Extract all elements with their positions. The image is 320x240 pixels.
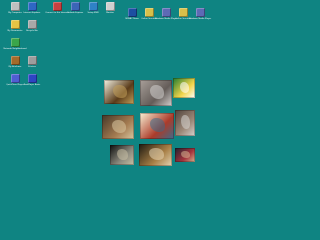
photo-highlight <box>113 84 127 98</box>
desktop-photo-6[interactable] <box>175 110 195 136</box>
briefcase-icon <box>10 56 20 65</box>
desktop-photo-4[interactable] <box>102 115 134 139</box>
icon-label: Monitor <box>106 12 114 14</box>
photo-highlight <box>117 149 128 160</box>
photo-highlight <box>179 82 190 93</box>
icon-label: Setup MSN <box>87 12 99 14</box>
msn-icon <box>88 2 98 11</box>
desktop-icon-printers[interactable]: Printers <box>20 56 44 68</box>
photo-content <box>140 113 174 139</box>
printer-icon <box>27 56 37 65</box>
desktop-icon-internet-explorer[interactable]: Internet Explorer <box>20 2 44 14</box>
desktop-photo-8[interactable] <box>139 144 172 166</box>
photo-content <box>175 148 195 162</box>
phone-icon <box>52 2 62 11</box>
desktop-icon-windows-media-player[interactable]: Windows Media Player <box>188 8 212 20</box>
photo-highlight <box>111 119 126 133</box>
desktop-icon-realplayer[interactable]: RealPlayer Basic <box>20 74 44 86</box>
photo-highlight <box>148 148 164 161</box>
photo-content <box>175 110 195 136</box>
desktop-photo-2[interactable] <box>140 80 172 106</box>
photo-content <box>104 80 134 104</box>
photo-content <box>110 145 134 165</box>
desktop-icon-recycle-bin[interactable]: Recycle Bin <box>20 20 44 32</box>
photo-highlight <box>181 150 190 159</box>
folder-icon <box>178 8 188 17</box>
desktop-photo-9[interactable] <box>175 148 195 162</box>
icon-label: Windows Media Player <box>188 18 212 20</box>
photo-highlight <box>149 85 164 100</box>
icon-label: Internet Explorer <box>23 12 41 14</box>
folder-icon <box>144 8 154 17</box>
quicktime-icon <box>10 74 20 83</box>
icon-label: RealPlayer Basic <box>23 84 41 86</box>
desktop-icon-monitor[interactable]: Monitor <box>98 2 122 14</box>
monitor-icon <box>105 2 115 11</box>
photo-content <box>139 144 172 166</box>
media-player-icon <box>195 8 205 17</box>
photo-highlight <box>150 118 166 133</box>
folder-icon <box>10 20 20 29</box>
recycle-bin-icon <box>27 20 37 29</box>
media-player-icon <box>161 8 171 17</box>
photo-highlight <box>181 115 190 130</box>
news-icon <box>127 8 137 17</box>
desktop-photo-3[interactable] <box>173 78 195 98</box>
globe-icon <box>27 2 37 11</box>
photo-content <box>102 115 134 139</box>
network-icon <box>10 38 20 47</box>
icon-label: Recycle Bin <box>26 30 38 32</box>
photo-content <box>140 80 172 106</box>
photo-content <box>173 78 195 98</box>
monitor-icon <box>10 2 20 11</box>
desktop-icon-network-neighborhood[interactable]: Network Neighborhood <box>3 38 27 50</box>
desktop-photo-7[interactable] <box>110 145 134 165</box>
desktop-photo-5[interactable] <box>140 113 174 139</box>
icon-label: Printers <box>28 66 36 68</box>
realplayer-icon <box>27 74 37 83</box>
mail-icon <box>70 2 80 11</box>
desktop-photo-1[interactable] <box>104 80 134 104</box>
icon-label: Network Neighborhood <box>3 48 27 50</box>
